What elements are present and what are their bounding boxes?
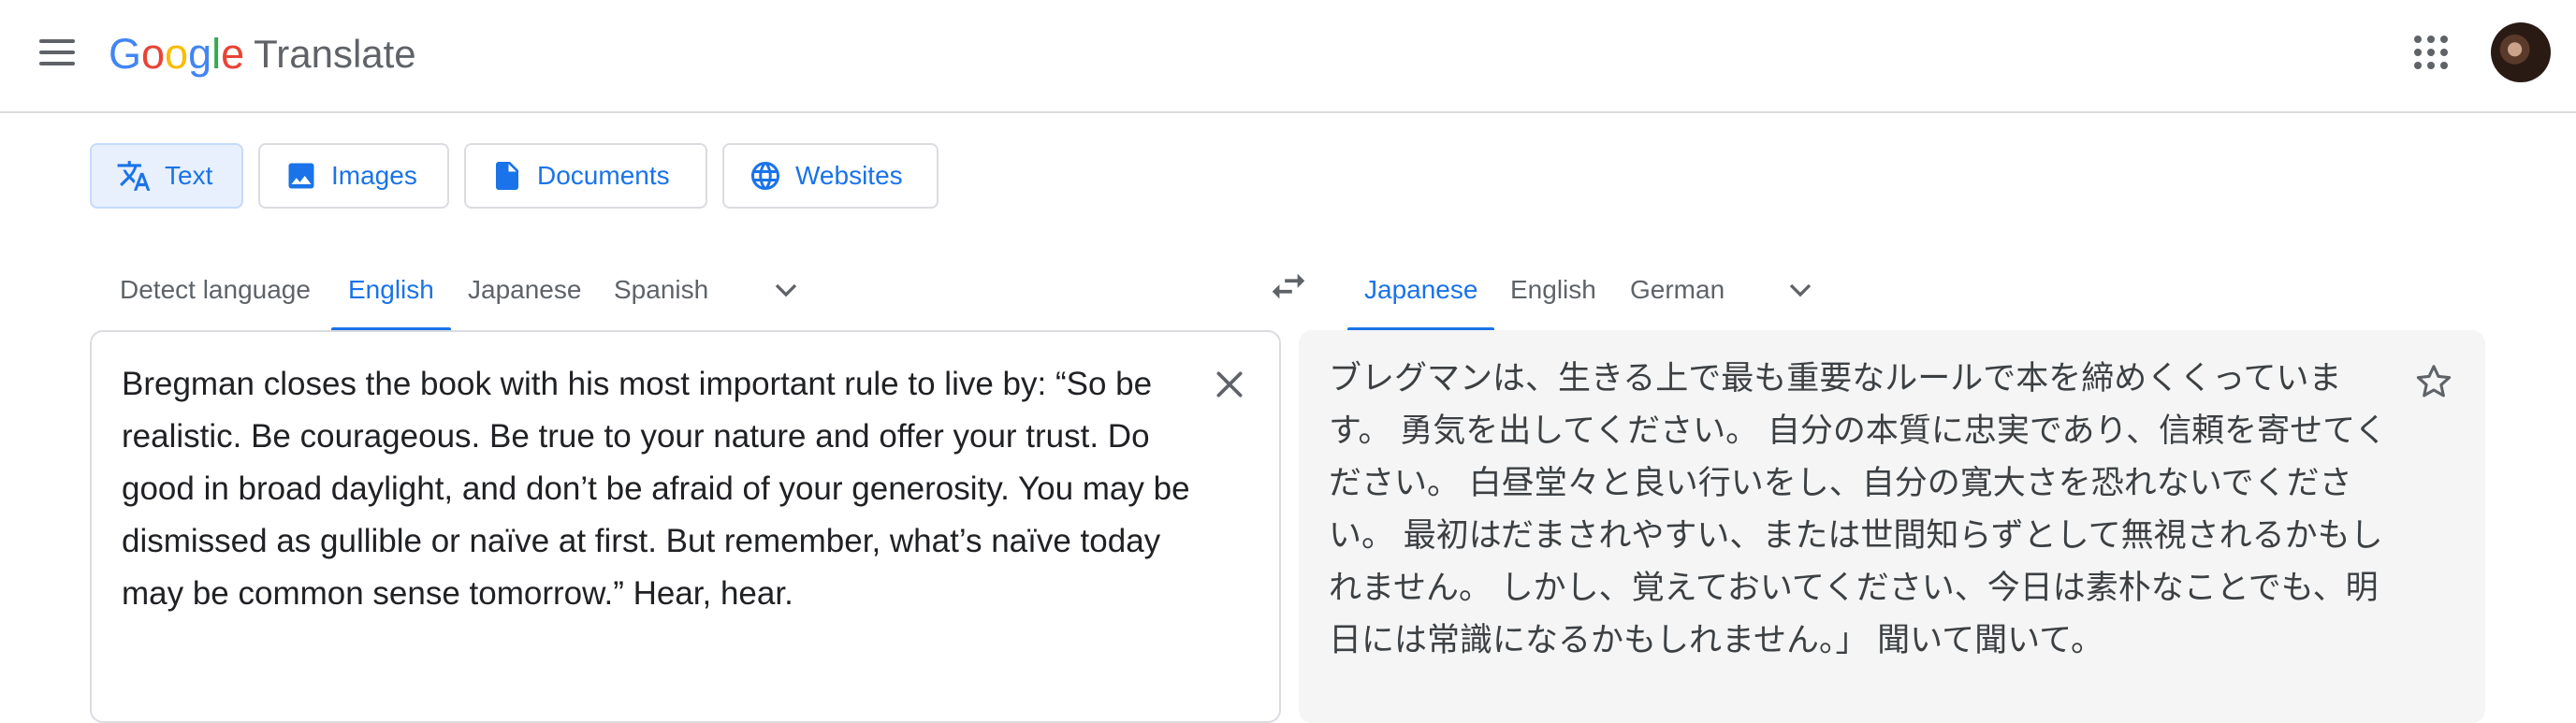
target-lang-german-label: German (1630, 275, 1725, 304)
source-text-input[interactable]: Bregman closes the book with his most im… (122, 358, 1198, 620)
tab-text[interactable]: Text (90, 143, 243, 209)
logo-letter-g: G (109, 30, 142, 78)
clear-source-text-close-icon[interactable] (1211, 366, 1248, 403)
account-avatar[interactable] (2491, 22, 2551, 82)
target-lang-japanese[interactable]: Japanese (1346, 253, 1495, 331)
tab-documents[interactable]: Documents (464, 143, 707, 209)
logo-letter-e: e (221, 30, 245, 78)
google-apps-icon[interactable] (2414, 36, 2448, 69)
document-icon (496, 162, 518, 190)
source-lang-japanese-label: Japanese (468, 275, 582, 304)
logo-letter-o2: o (165, 30, 189, 78)
source-lang-spanish[interactable]: Spanish (612, 253, 710, 327)
tab-websites-label: Websites (795, 161, 903, 190)
source-lang-english[interactable]: English (331, 253, 451, 331)
translation-output-panel: ブレグマンは、生きる上で最も重要なルールで本を締めくくっています。 勇気を出して… (1299, 330, 2485, 723)
target-lang-english-label: English (1510, 275, 1596, 304)
tab-images[interactable]: Images (258, 143, 449, 209)
logo-letter-g2: g (188, 30, 212, 78)
product-name: Translate (254, 32, 416, 76)
translated-text: ブレグマンは、生きる上で最も重要なルールで本を締めくくっています。 勇気を出して… (1329, 360, 2388, 658)
image-icon (288, 163, 314, 189)
source-more-languages-chevron-down-icon[interactable] (767, 271, 805, 309)
source-lang-spanish-label: Spanish (614, 275, 709, 304)
source-lang-detect-label: Detect language (120, 275, 311, 304)
source-lang-japanese[interactable]: Japanese (466, 253, 583, 327)
tab-websites[interactable]: Websites (722, 143, 939, 209)
target-lang-german[interactable]: German (1628, 253, 1726, 327)
target-lang-japanese-label: Japanese (1364, 275, 1478, 304)
save-translation-star-icon[interactable] (2412, 360, 2455, 403)
source-lang-english-label: English (348, 275, 434, 304)
logo-letter-l: l (211, 30, 222, 78)
target-more-languages-chevron-down-icon[interactable] (1782, 271, 1819, 309)
tab-images-label: Images (331, 161, 417, 190)
app-header: G o o g l e Translate (0, 0, 2576, 113)
tab-documents-label: Documents (537, 161, 670, 190)
source-text-panel[interactable]: Bregman closes the book with his most im… (90, 330, 1281, 723)
tab-text-label: Text (165, 161, 213, 190)
swap-languages-icon[interactable] (1267, 265, 1310, 308)
globe-icon (751, 162, 779, 190)
main-menu-icon[interactable] (37, 36, 79, 69)
google-translate-logo[interactable]: G o o g l e Translate (109, 28, 416, 80)
logo-letter-o1: o (141, 30, 166, 78)
target-lang-english[interactable]: English (1508, 253, 1598, 327)
translate-icon (117, 161, 151, 191)
source-lang-detect[interactable]: Detect language (118, 253, 313, 327)
